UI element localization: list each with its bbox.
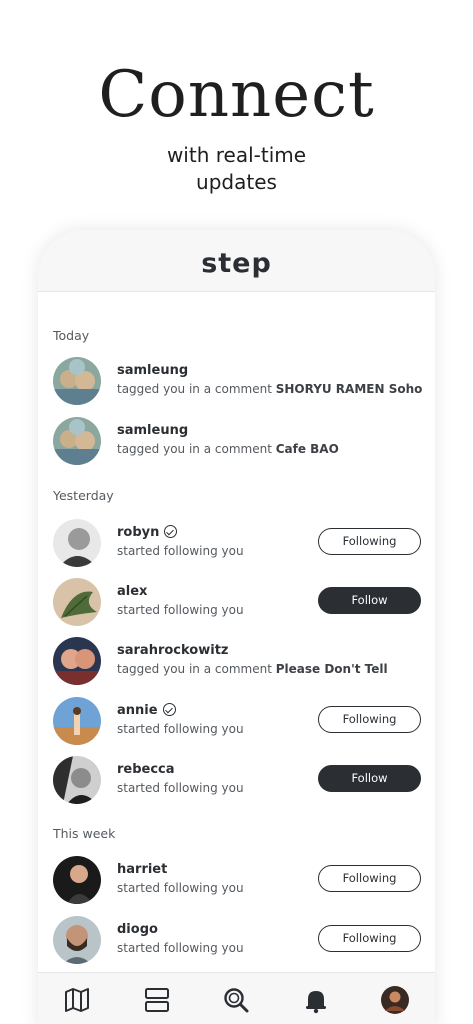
username[interactable]: sarahrockowitz: [117, 643, 228, 658]
notification-text: started following you: [117, 722, 244, 736]
verified-icon: [162, 703, 176, 716]
avatar[interactable]: [53, 637, 101, 685]
list-item[interactable]: annie started following you Following: [38, 697, 435, 747]
username[interactable]: samleung: [117, 363, 188, 378]
username[interactable]: samleung: [117, 423, 188, 438]
notification-text: started following you: [117, 941, 244, 955]
notification-text: tagged you in a comment SHORYU RAMEN Soh…: [117, 382, 423, 396]
place-link[interactable]: Please Don't Tell: [276, 662, 388, 676]
feed-icon[interactable]: [142, 985, 172, 1015]
list-item[interactable]: sarahrockowitz tagged you in a comment P…: [38, 637, 435, 687]
avatar[interactable]: [53, 856, 101, 904]
list-item[interactable]: robyn started following you Following: [38, 519, 435, 569]
verified-icon: [164, 525, 178, 538]
map-icon[interactable]: [62, 985, 92, 1015]
promo-subtitle: with real-time updates: [0, 142, 473, 196]
section-label-today: Today: [53, 328, 90, 343]
username[interactable]: alex: [117, 584, 147, 599]
avatar[interactable]: [53, 697, 101, 745]
avatar[interactable]: [53, 357, 101, 405]
following-button[interactable]: Following: [318, 865, 421, 892]
list-item[interactable]: rebecca started following you Follow: [38, 756, 435, 806]
follow-button[interactable]: Follow: [318, 765, 421, 792]
username[interactable]: rebecca: [117, 762, 175, 777]
notification-text: started following you: [117, 603, 244, 617]
avatar[interactable]: [53, 417, 101, 465]
username[interactable]: harriet: [117, 862, 167, 877]
avatar[interactable]: [53, 916, 101, 964]
notification-text: started following you: [117, 544, 244, 558]
following-button[interactable]: Following: [318, 925, 421, 952]
follow-button[interactable]: Follow: [318, 587, 421, 614]
promo-subtitle-line1: with real-time: [166, 143, 307, 167]
notification-text: tagged you in a comment Cafe BAO: [117, 442, 339, 456]
search-icon[interactable]: [221, 985, 251, 1015]
following-button[interactable]: Following: [318, 706, 421, 733]
phone-frame: step Today samleung tagged you in a comm…: [38, 230, 435, 1024]
list-item[interactable]: samleung tagged you in a comment SHORYU …: [38, 357, 435, 407]
username[interactable]: robyn: [117, 525, 178, 540]
username[interactable]: annie: [117, 703, 176, 718]
app-logo: step: [201, 248, 272, 279]
promo-title: Connect: [98, 58, 375, 132]
avatar[interactable]: [53, 519, 101, 567]
notification-text: tagged you in a comment Please Don't Tel…: [117, 662, 388, 676]
avatar[interactable]: [53, 756, 101, 804]
list-item[interactable]: diogo started following you Following: [38, 916, 435, 966]
list-item[interactable]: alex started following you Follow: [38, 578, 435, 628]
notifications-feed[interactable]: Today samleung tagged you in a comment S…: [38, 292, 435, 972]
notifications-bell-icon[interactable]: [301, 985, 331, 1015]
place-link[interactable]: Cafe BAO: [276, 442, 339, 456]
promo-subtitle-line2: updates: [196, 170, 277, 194]
list-item[interactable]: samleung tagged you in a comment Cafe BA…: [38, 417, 435, 467]
app-header: step: [38, 230, 435, 292]
place-link[interactable]: SHORYU RAMEN Soho: [276, 382, 423, 396]
following-button[interactable]: Following: [318, 528, 421, 555]
username[interactable]: diogo: [117, 922, 158, 937]
notification-text: started following you: [117, 781, 244, 795]
notification-text: started following you: [117, 881, 244, 895]
list-item[interactable]: harriet started following you Following: [38, 856, 435, 906]
profile-avatar[interactable]: [380, 985, 410, 1015]
avatar[interactable]: [53, 578, 101, 626]
section-label-this-week: This week: [53, 826, 116, 841]
section-label-yesterday: Yesterday: [53, 488, 114, 503]
bottom-tab-bar: [38, 972, 435, 1024]
